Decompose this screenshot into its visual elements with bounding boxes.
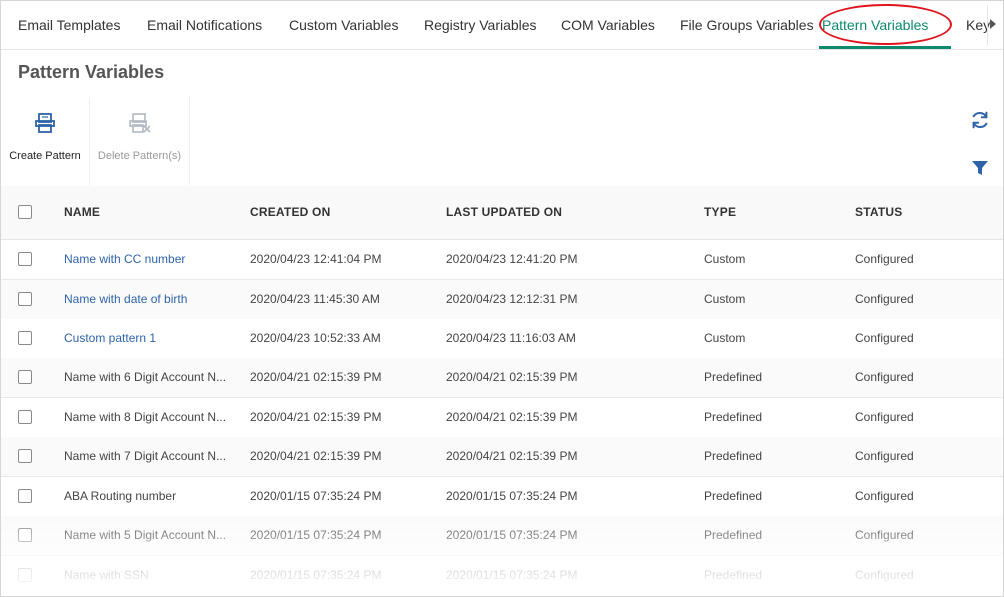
create-pattern-icon xyxy=(35,113,55,133)
column-header-last-updated-on[interactable]: LAST UPDATED ON xyxy=(446,186,646,240)
pattern-name-cell: Name with 6 Digit Account N... xyxy=(64,370,227,384)
pattern-variables-window: Email Templates Email Notifications Cust… xyxy=(0,0,1004,597)
status-cell: Configured xyxy=(855,528,914,542)
tab-pattern-variables[interactable]: Pattern Variables xyxy=(822,1,928,49)
table-row: Name with 8 Digit Account N... 2020/04/2… xyxy=(1,398,1003,438)
settings-tab-bar: Email Templates Email Notifications Cust… xyxy=(1,1,1003,50)
status-cell: Configured xyxy=(855,252,914,266)
pattern-name-cell: Name with 7 Digit Account N... xyxy=(64,449,227,463)
type-cell: Predefined xyxy=(704,370,763,384)
last-updated-cell: 2020/04/21 02:15:39 PM xyxy=(446,449,578,463)
status-cell: Configured xyxy=(855,331,914,345)
tab-scroll-divider xyxy=(987,5,988,45)
created-on-cell: 2020/04/21 02:15:39 PM xyxy=(250,449,382,463)
row-checkbox[interactable] xyxy=(18,252,32,266)
last-updated-cell: 2020/04/23 12:12:31 PM xyxy=(446,292,578,306)
column-header-name[interactable]: NAME xyxy=(64,186,229,240)
pattern-name-link[interactable]: Custom pattern 1 xyxy=(64,319,229,358)
last-updated-cell: 2020/04/21 02:15:39 PM xyxy=(446,410,578,424)
last-updated-cell: 2020/04/21 02:15:39 PM xyxy=(446,370,578,384)
row-checkbox[interactable] xyxy=(18,331,32,345)
created-on-cell: 2020/04/21 02:15:39 PM xyxy=(250,370,382,384)
delete-pattern-icon xyxy=(128,113,151,133)
tab-email-templates[interactable]: Email Templates xyxy=(18,1,120,49)
last-updated-cell: 2020/01/15 07:35:24 PM xyxy=(446,568,578,582)
last-updated-cell: 2020/04/23 11:16:03 AM xyxy=(446,331,576,345)
table-header: NAME CREATED ON LAST UPDATED ON TYPE STA… xyxy=(1,186,1003,240)
active-tab-indicator xyxy=(819,46,951,49)
row-checkbox[interactable] xyxy=(18,568,32,582)
refresh-icon[interactable] xyxy=(969,109,991,131)
tab-email-notifications[interactable]: Email Notifications xyxy=(147,1,262,49)
column-header-created-on[interactable]: CREATED ON xyxy=(250,186,430,240)
table-row: Name with date of birth 2020/04/23 11:45… xyxy=(1,280,1003,320)
table-row: ABA Routing number 2020/01/15 07:35:24 P… xyxy=(1,477,1003,517)
status-cell: Configured xyxy=(855,292,914,306)
pattern-name-cell: Name with SSN xyxy=(64,568,149,582)
table-row: Name with CC number 2020/04/23 12:41:04 … xyxy=(1,240,1003,280)
select-all-checkbox[interactable] xyxy=(18,205,32,219)
type-cell: Predefined xyxy=(704,449,763,463)
delete-pattern-label: Delete Pattern(s) xyxy=(97,150,182,162)
status-cell: Configured xyxy=(855,489,914,503)
row-checkbox[interactable] xyxy=(18,410,32,424)
last-updated-cell: 2020/01/15 07:35:24 PM xyxy=(446,489,578,503)
table-row: Name with 6 Digit Account N... 2020/04/2… xyxy=(1,358,1003,398)
pattern-name-link[interactable]: Name with date of birth xyxy=(64,280,229,319)
type-cell: Custom xyxy=(704,331,746,345)
pattern-name-link[interactable]: Name with CC number xyxy=(64,240,229,279)
type-cell: Predefined xyxy=(704,489,763,503)
column-header-type[interactable]: TYPE xyxy=(704,186,834,240)
filter-icon[interactable] xyxy=(971,159,989,177)
last-updated-cell: 2020/01/15 07:35:24 PM xyxy=(446,528,578,542)
pattern-name-cell: Name with 5 Digit Account N... xyxy=(64,528,227,542)
type-cell: Custom xyxy=(704,292,746,306)
row-checkbox[interactable] xyxy=(18,370,32,384)
tab-scroll-right-icon[interactable] xyxy=(990,19,996,29)
tab-custom-variables[interactable]: Custom Variables xyxy=(289,1,398,49)
row-checkbox[interactable] xyxy=(18,449,32,463)
created-on-cell: 2020/01/15 07:35:24 PM xyxy=(250,489,382,503)
created-on-cell: 2020/04/23 12:41:04 PM xyxy=(250,252,382,266)
row-checkbox[interactable] xyxy=(18,528,32,542)
create-pattern-label: Create Pattern xyxy=(9,150,81,162)
tab-com-variables[interactable]: COM Variables xyxy=(561,1,655,49)
table-row: Name with SSN 2020/01/15 07:35:24 PM 202… xyxy=(1,556,1003,596)
table-row: Name with 5 Digit Account N... 2020/01/1… xyxy=(1,516,1003,556)
row-checkbox[interactable] xyxy=(18,292,32,306)
column-header-status[interactable]: STATUS xyxy=(855,186,995,240)
type-cell: Predefined xyxy=(704,410,763,424)
created-on-cell: 2020/04/23 11:45:30 AM xyxy=(250,292,380,306)
status-cell: Configured xyxy=(855,410,914,424)
row-checkbox[interactable] xyxy=(18,489,32,503)
page-title: Pattern Variables xyxy=(18,62,165,82)
create-pattern-button[interactable]: Create Pattern xyxy=(1,97,90,185)
type-cell: Custom xyxy=(704,252,746,266)
tab-file-groups-variables[interactable]: File Groups Variables xyxy=(680,1,814,49)
status-cell: Configured xyxy=(855,370,914,384)
status-cell: Configured xyxy=(855,449,914,463)
created-on-cell: 2020/01/15 07:35:24 PM xyxy=(250,528,382,542)
table-row: Custom pattern 1 2020/04/23 10:52:33 AM … xyxy=(1,319,1003,359)
created-on-cell: 2020/04/23 10:52:33 AM xyxy=(250,331,381,345)
pattern-name-cell: ABA Routing number xyxy=(64,489,177,503)
last-updated-cell: 2020/04/23 12:41:20 PM xyxy=(446,252,578,266)
type-cell: Predefined xyxy=(704,528,763,542)
created-on-cell: 2020/01/15 07:35:24 PM xyxy=(250,568,382,582)
delete-pattern-button[interactable]: Delete Pattern(s) xyxy=(90,97,190,185)
type-cell: Predefined xyxy=(704,568,763,582)
tab-registry-variables[interactable]: Registry Variables xyxy=(424,1,537,49)
created-on-cell: 2020/04/21 02:15:39 PM xyxy=(250,410,382,424)
pattern-name-cell: Name with 8 Digit Account N... xyxy=(64,410,227,424)
status-cell: Configured xyxy=(855,568,914,582)
table-row: Name with 7 Digit Account N... 2020/04/2… xyxy=(1,437,1003,477)
